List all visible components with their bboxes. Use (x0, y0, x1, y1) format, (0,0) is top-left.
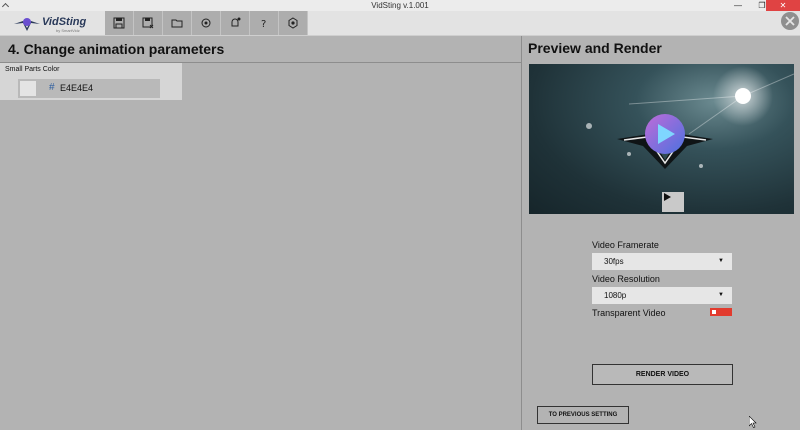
video-preview (529, 64, 794, 214)
gear-icon (288, 17, 298, 29)
settings-button[interactable] (192, 11, 221, 35)
toggle-knob (712, 310, 716, 314)
play-icon (664, 193, 671, 201)
resolution-value: 1080p (604, 291, 627, 300)
hash-symbol: # (49, 82, 55, 93)
previous-setting-button[interactable]: TO PREVIOUS SETTING (537, 406, 629, 424)
preferences-button[interactable] (279, 11, 308, 35)
video-resolution-label: Video Resolution (592, 274, 660, 284)
page-title: 4. Change animation parameters (8, 41, 225, 57)
framerate-value: 30fps (604, 257, 624, 266)
parameter-panel: Small Parts Color # E4E4E4 (0, 63, 182, 100)
save-as-button[interactable] (134, 11, 163, 35)
video-framerate-label: Video Framerate (592, 240, 659, 250)
mouse-cursor-icon (749, 416, 757, 428)
app-logo: VidSting by SmartVidz (14, 15, 104, 33)
logo-text: VidSting (42, 16, 87, 28)
notifications-button[interactable] (221, 11, 250, 35)
close-app-button[interactable] (781, 12, 799, 30)
small-parts-color-field[interactable]: # E4E4E4 (18, 79, 160, 98)
render-video-button[interactable]: RENDER VIDEO (592, 364, 733, 385)
color-swatch[interactable] (20, 81, 36, 96)
color-hex-value[interactable]: E4E4E4 (60, 83, 93, 93)
small-parts-color-label: Small Parts Color (5, 66, 60, 73)
resolution-select[interactable]: 1080p ▼ (592, 287, 732, 304)
settings-icon (201, 18, 211, 28)
logo-subtext: by SmartVidz (56, 28, 80, 33)
chevron-down-icon: ▼ (718, 258, 724, 264)
save-icon (113, 17, 125, 29)
toolbar: VidSting by SmartVidz ? (0, 11, 800, 36)
save-button[interactable] (105, 11, 134, 35)
chevron-down-icon: ▼ (718, 292, 724, 298)
folder-icon (171, 19, 183, 28)
help-button[interactable]: ? (250, 11, 279, 35)
close-icon (785, 16, 795, 26)
transparent-video-label: Transparent Video (592, 308, 666, 318)
transparent-video-toggle[interactable] (710, 308, 732, 316)
help-icon: ? (261, 19, 266, 29)
minimize-button[interactable]: — (728, 0, 748, 11)
save-as-icon (142, 17, 154, 29)
framerate-select[interactable]: 30fps ▼ (592, 253, 732, 270)
window-title: VidSting v.1.001 (371, 1, 429, 10)
title-bar: VidSting v.1.001 — ❐ ✕ (0, 0, 800, 11)
open-folder-button[interactable] (163, 11, 192, 35)
panel-divider (521, 36, 522, 430)
preview-render-title: Preview and Render (528, 40, 662, 56)
preview-play-button[interactable] (662, 192, 684, 212)
notification-icon (231, 17, 241, 27)
window-close-button[interactable]: ✕ (766, 0, 800, 11)
left-panel-header: 4. Change animation parameters (0, 36, 521, 63)
svg-text:?: ? (261, 19, 266, 29)
logo-icon (14, 18, 40, 31)
